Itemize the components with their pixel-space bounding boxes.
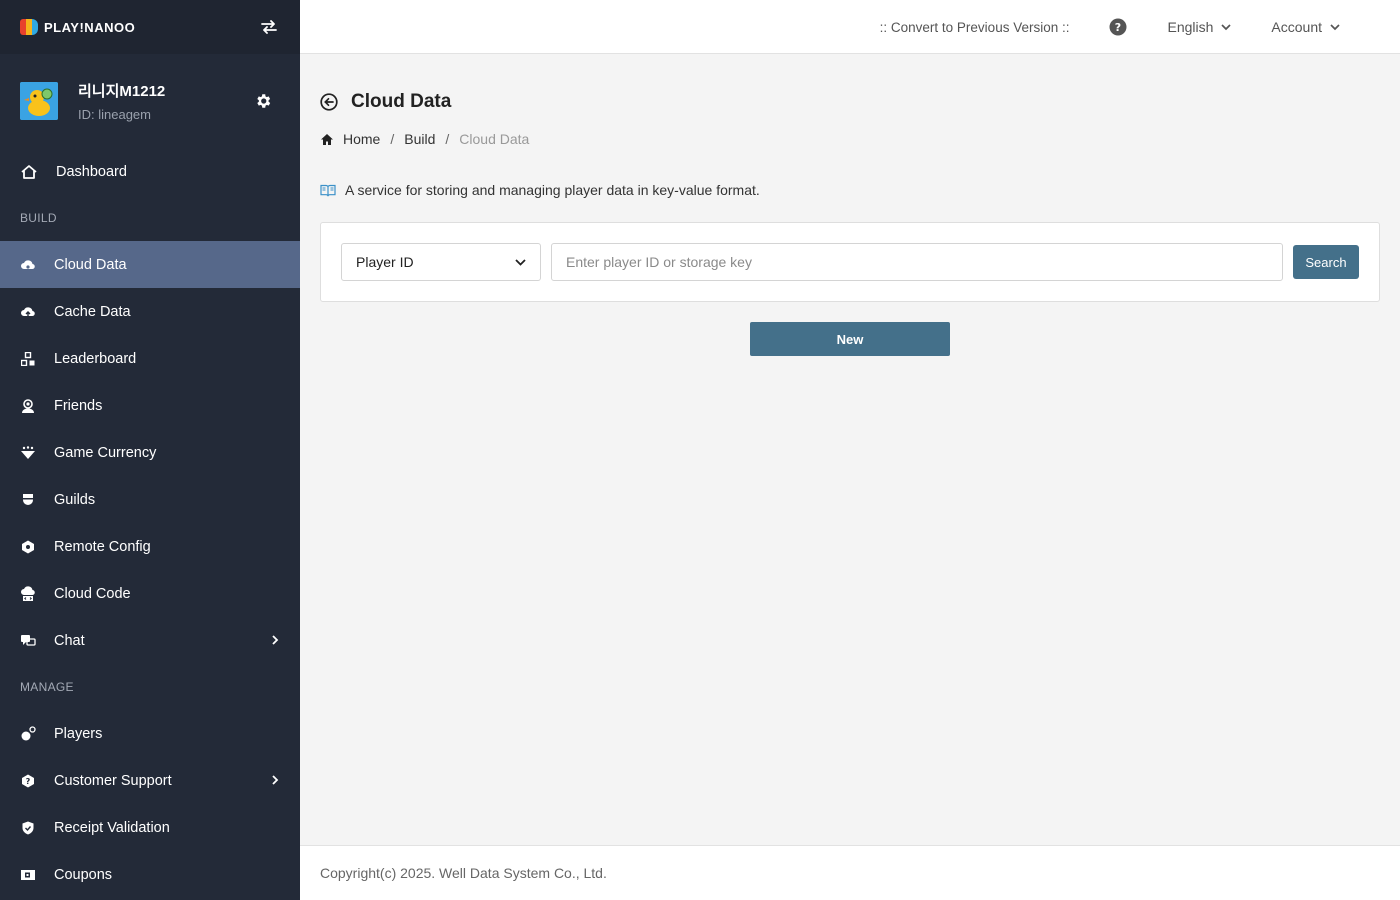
chevron-down-icon xyxy=(515,258,526,266)
sidebar-item-dashboard[interactable]: Dashboard xyxy=(0,148,300,195)
search-input[interactable] xyxy=(551,243,1283,281)
sidebar-item-coupons[interactable]: Coupons xyxy=(0,851,300,898)
sidebar-item-label: Game Currency xyxy=(54,444,157,461)
project-name: 리니지M1212 xyxy=(78,83,166,100)
convert-previous-version-link[interactable]: :: Convert to Previous Version :: xyxy=(880,20,1070,35)
copyright-text: Copyright(c) 2025. Well Data System Co.,… xyxy=(320,865,607,881)
players-icon xyxy=(20,725,36,742)
brand-logo-mark xyxy=(20,19,38,35)
back-arrow-icon[interactable] xyxy=(320,93,338,111)
home-outline-icon xyxy=(20,164,38,180)
brand-logo[interactable]: PLAY!NANOO xyxy=(20,19,135,35)
chevron-down-icon xyxy=(1330,23,1340,30)
logo-bar: PLAY!NANOO xyxy=(0,0,300,54)
sidebar-item-guilds[interactable]: Guilds xyxy=(0,476,300,523)
sidebar-item-cloud-code[interactable]: Cloud Code xyxy=(0,570,300,617)
sidebar-item-customer-support[interactable]: ? Customer Support xyxy=(0,757,300,804)
sidebar-item-label: Guilds xyxy=(54,491,96,508)
chevron-down-icon xyxy=(1221,23,1232,30)
chat-icon xyxy=(20,633,36,649)
sidebar-item-label: Players xyxy=(54,725,103,742)
breadcrumb: Home / Build / Cloud Data xyxy=(320,131,529,147)
cloud-code-icon xyxy=(20,585,36,602)
main-content: Cloud Data Home / Build / Cloud Data A s… xyxy=(300,55,1400,845)
footer: Copyright(c) 2025. Well Data System Co.,… xyxy=(300,845,1400,900)
chevron-right-icon xyxy=(270,634,280,646)
sidebar-item-label: Cache Data xyxy=(54,303,131,320)
svg-text:?: ? xyxy=(1115,21,1121,34)
sidebar-item-leaderboard[interactable]: Leaderboard xyxy=(0,335,300,382)
sidebar-section-build: BUILD xyxy=(20,211,57,225)
sidebar-item-label: Chat xyxy=(54,632,85,649)
page-description: A service for storing and managing playe… xyxy=(320,182,760,198)
project-profile: 리니지M1212 ID: lineagem xyxy=(0,54,300,148)
new-button[interactable]: New xyxy=(750,322,950,356)
sidebar-item-receipt-validation[interactable]: Receipt Validation xyxy=(0,804,300,851)
sidebar-item-label: Friends xyxy=(54,397,103,414)
sidebar-item-friends[interactable]: Friends xyxy=(0,382,300,429)
search-type-value: Player ID xyxy=(356,254,414,270)
breadcrumb-home[interactable]: Home xyxy=(343,131,380,147)
gear-icon[interactable] xyxy=(254,92,272,110)
sidebar-section-manage: MANAGE xyxy=(20,680,74,694)
svg-text:?: ? xyxy=(26,777,31,786)
project-id: ID: lineagem xyxy=(78,107,151,122)
account-label: Account xyxy=(1271,19,1322,35)
search-panel: Player ID Search xyxy=(320,222,1380,302)
friends-icon xyxy=(20,398,36,414)
sidebar-item-label: Cloud Data xyxy=(54,256,127,273)
page-title: Cloud Data xyxy=(351,91,452,112)
language-label: English xyxy=(1167,19,1214,35)
sidebar-item-cloud-data[interactable]: Cloud Data xyxy=(0,241,300,288)
breadcrumb-build[interactable]: Build xyxy=(404,131,435,147)
currency-icon xyxy=(20,445,36,461)
sidebar-item-cache-data[interactable]: Cache Data xyxy=(0,288,300,335)
breadcrumb-separator: / xyxy=(390,131,395,147)
top-header: :: Convert to Previous Version :: ? Engl… xyxy=(300,0,1400,54)
coupon-icon xyxy=(20,867,36,883)
sidebar-item-remote-config[interactable]: Remote Config xyxy=(0,523,300,570)
support-icon: ? xyxy=(20,773,36,789)
book-open-icon xyxy=(320,184,336,197)
sidebar-item-game-currency[interactable]: Game Currency xyxy=(0,429,300,476)
brand-logo-text: PLAY!NANOO xyxy=(44,19,136,35)
home-icon xyxy=(320,133,334,146)
search-button[interactable]: Search xyxy=(1293,245,1359,279)
language-selector[interactable]: English xyxy=(1167,19,1232,35)
search-type-select[interactable]: Player ID xyxy=(341,243,541,281)
sidebar-item-label: Coupons xyxy=(54,866,113,883)
sidebar-item-label: Customer Support xyxy=(54,772,172,789)
cloud-upload-icon xyxy=(20,304,36,320)
sidebar-item-chat[interactable]: Chat xyxy=(0,617,300,664)
help-icon[interactable]: ? xyxy=(1109,18,1127,36)
sidebar-item-label: Cloud Code xyxy=(54,585,131,602)
cloud-gear-icon xyxy=(20,257,36,273)
sidebar-item-players[interactable]: Players xyxy=(0,710,300,757)
sidebar: PLAY!NANOO 리니지M1212 ID: lineagem Dashboa… xyxy=(0,0,300,900)
account-menu[interactable]: Account xyxy=(1271,19,1340,35)
sidebar-item-label: Leaderboard xyxy=(54,350,137,367)
chevron-right-icon xyxy=(270,774,280,786)
breadcrumb-separator: / xyxy=(445,131,450,147)
guild-icon xyxy=(20,492,36,508)
swap-arrows-icon[interactable] xyxy=(258,16,280,38)
description-text: A service for storing and managing playe… xyxy=(345,182,760,198)
shield-check-icon xyxy=(20,820,36,836)
leaderboard-icon xyxy=(20,351,36,367)
project-avatar[interactable] xyxy=(20,82,58,120)
sidebar-item-label: Dashboard xyxy=(56,163,127,180)
remote-config-icon xyxy=(20,539,36,555)
breadcrumb-current: Cloud Data xyxy=(459,131,530,147)
sidebar-item-label: Receipt Validation xyxy=(54,819,170,836)
sidebar-item-label: Remote Config xyxy=(54,538,151,555)
